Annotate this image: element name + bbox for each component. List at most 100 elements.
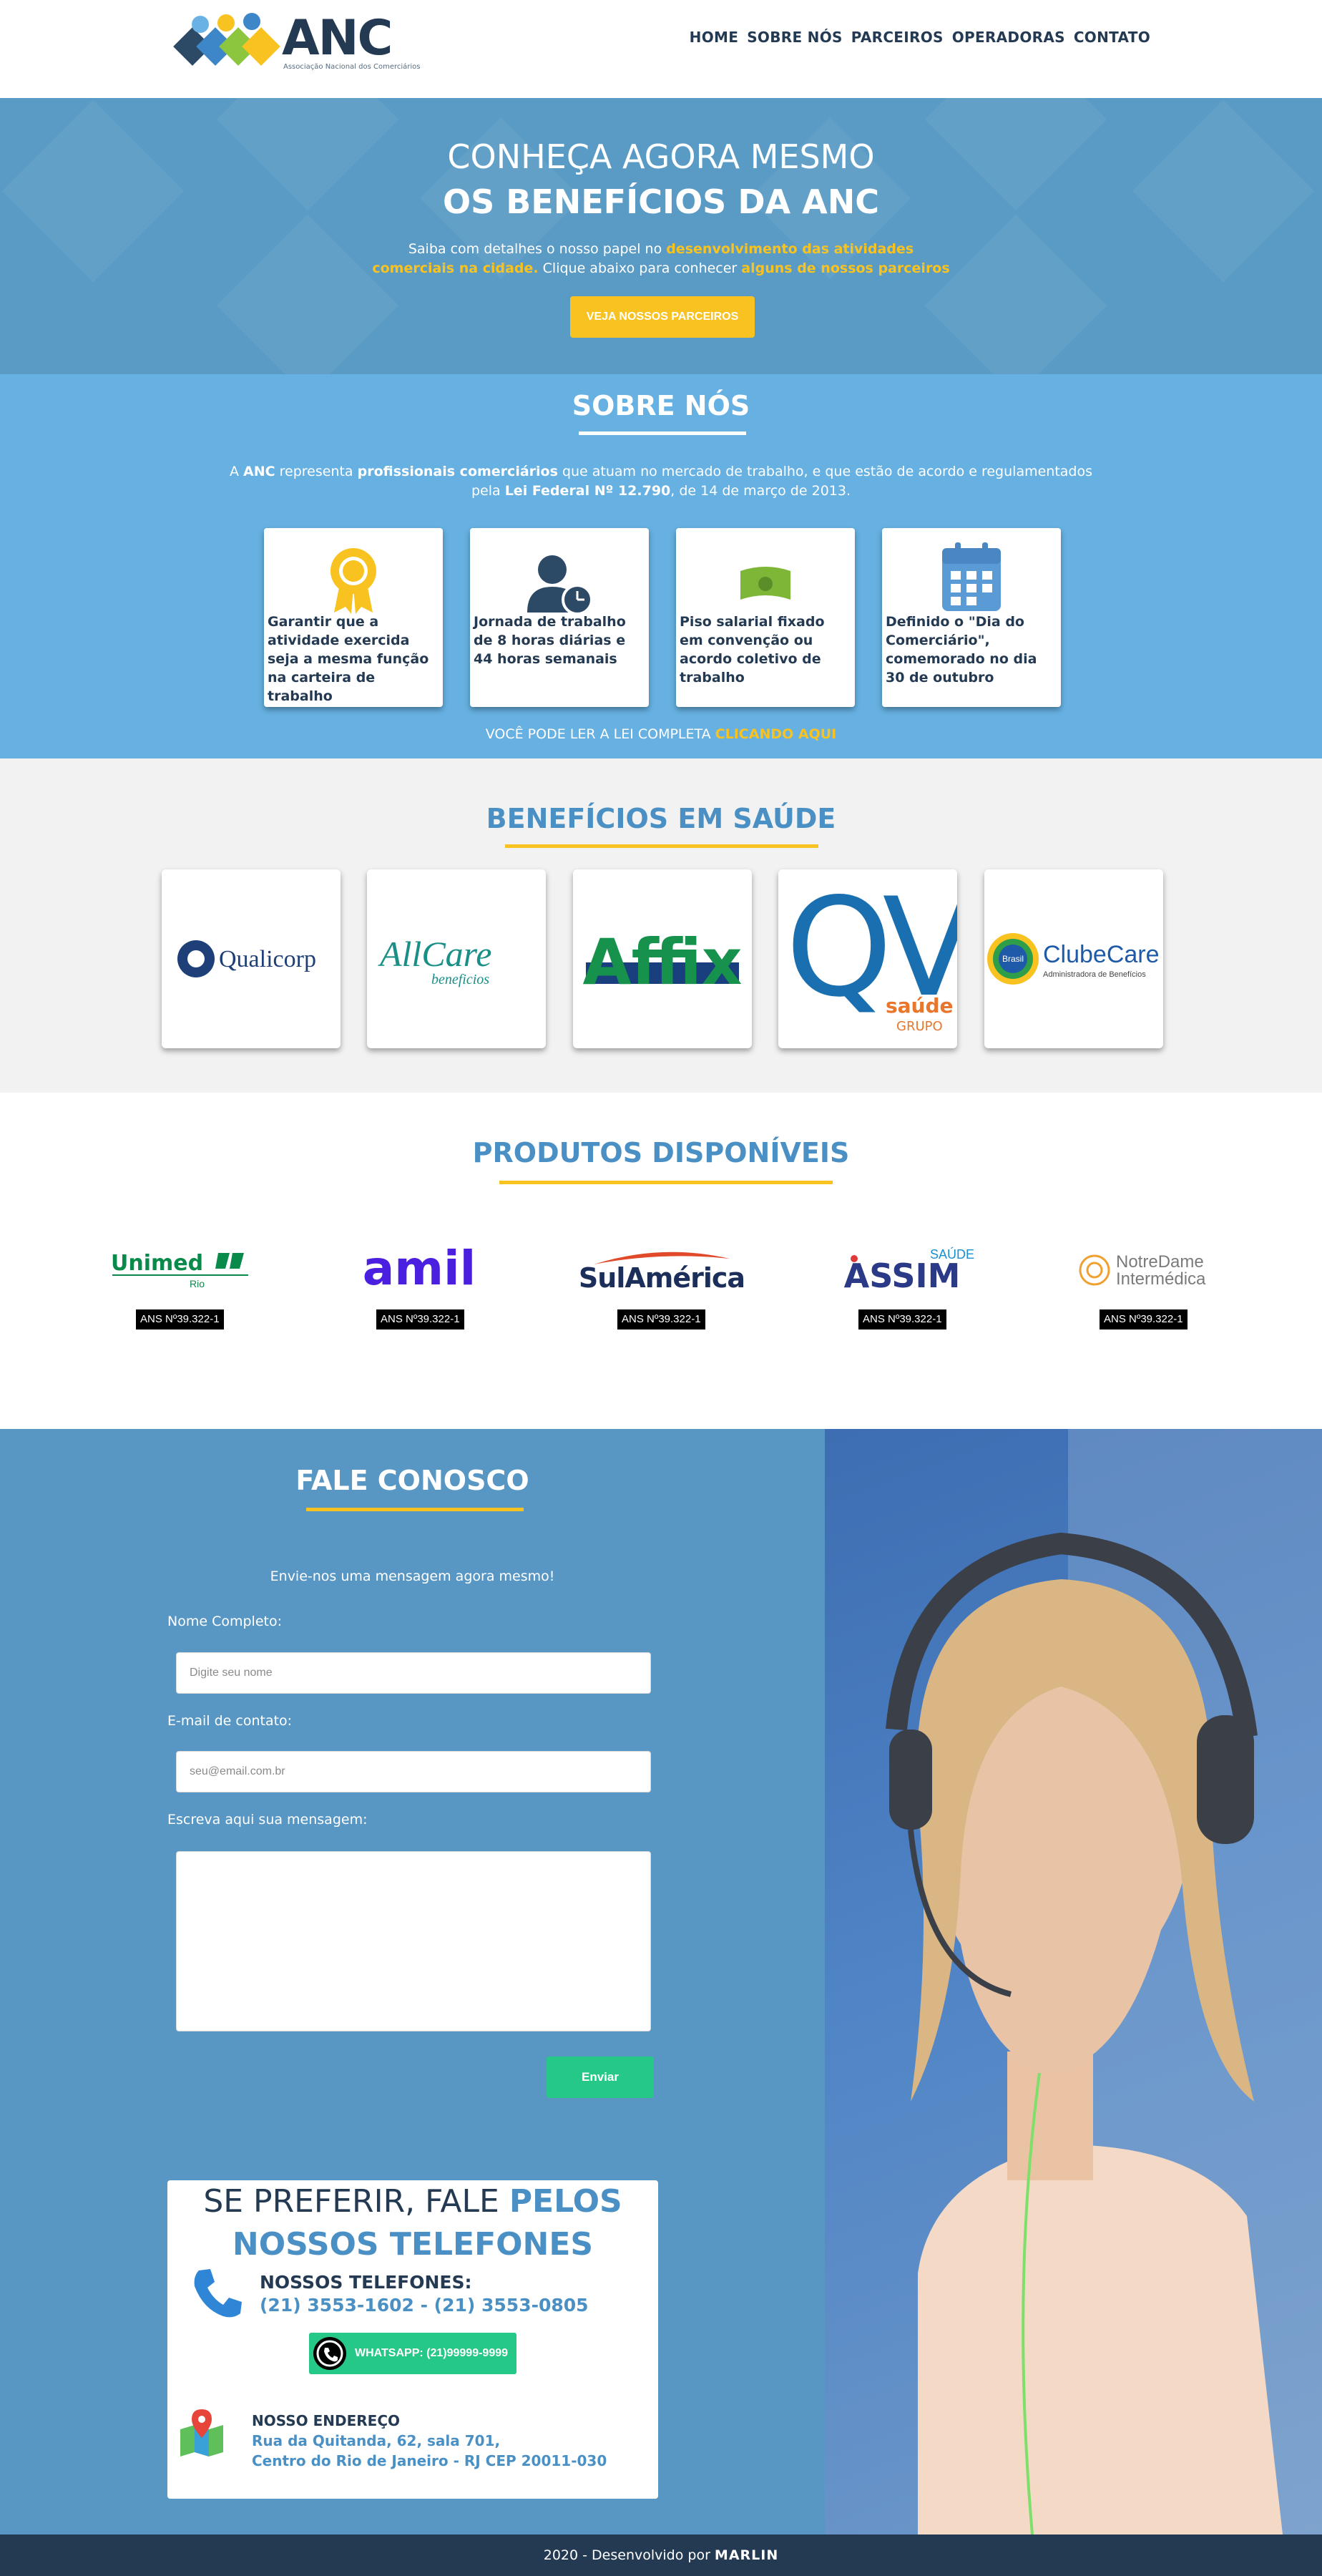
clubecare-logo: Brasil ClubeCare Administradora de Benef… bbox=[987, 933, 1160, 985]
phone-icon bbox=[194, 2269, 242, 2318]
email-label: E-mail de contato: bbox=[167, 1713, 293, 1729]
sobre-title: SOBRE NÓS bbox=[572, 390, 750, 421]
partner-card-affix[interactable]: Affix bbox=[573, 869, 752, 1048]
email-input[interactable] bbox=[176, 1751, 651, 1792]
lei-link-line: VOCÊ PODE LER A LEI COMPLETA CLICANDO AQ… bbox=[0, 726, 1322, 742]
sobre-description: A ANC representa profissionais comerciár… bbox=[215, 462, 1107, 501]
assim-text: ASSIM bbox=[844, 1257, 961, 1293]
benefit-card: Garantir que a atividade exercida seja a… bbox=[264, 528, 443, 707]
fale-conosco-title: FALE CONOSCO bbox=[295, 1465, 529, 1496]
fale-conosco-underline bbox=[306, 1508, 524, 1511]
telefones-heading: NOSSOS TELEFONES: bbox=[260, 2272, 472, 2293]
partner-card-qualicorp[interactable]: Qualicorp bbox=[162, 869, 341, 1048]
benefit-card: Jornada de trabalho de 8 horas diárias e… bbox=[470, 528, 649, 707]
calendar-icon bbox=[942, 542, 1001, 611]
allcare-logo: AllCare beneficios bbox=[378, 934, 491, 987]
notredame-logo[interactable]: NotreDame Intermédica bbox=[1053, 1243, 1232, 1293]
sulamerica-logo[interactable]: SulAmérica bbox=[572, 1243, 751, 1293]
sobre-text-bold: Lei Federal Nº 12.790 bbox=[504, 483, 671, 499]
partner-card-allcare[interactable]: AllCare beneficios bbox=[367, 869, 546, 1048]
whatsapp-text: WHATSAPP: (21)99999-9999 bbox=[355, 2347, 509, 2359]
nav-home[interactable]: HOME bbox=[690, 29, 739, 46]
qv-saude-text: saúde bbox=[886, 994, 954, 1018]
hero-subtitle: Saiba com detalhes o nosso papel no dese… bbox=[372, 240, 950, 278]
money-bill-icon bbox=[740, 567, 790, 600]
partner-card-qv[interactable]: QV saúde GRUPO bbox=[778, 869, 957, 1048]
support-agent-illustration bbox=[886, 1429, 1322, 2534]
support-agent-photo bbox=[825, 1429, 1322, 2534]
partner-card-clubecare[interactable]: Brasil ClubeCare Administradora de Benef… bbox=[984, 869, 1163, 1048]
endereco-line2: Centro do Rio de Janeiro - RJ CEP 20011-… bbox=[252, 2452, 607, 2469]
benefit-card-text: Garantir que a atividade exercida seja a… bbox=[268, 614, 429, 704]
sobre-text-part: representa bbox=[275, 464, 358, 479]
hero-title-line1: CONHEÇA AGORA MESMO bbox=[447, 137, 875, 176]
message-textarea[interactable] bbox=[176, 1851, 651, 2031]
unimed-text: Unimed bbox=[111, 1251, 203, 1276]
nav-operadoras[interactable]: OPERADORAS bbox=[952, 29, 1065, 46]
benefit-card: Piso salarial fixado em convenção ou aco… bbox=[676, 528, 855, 707]
endereco-line1: Rua da Quitanda, 62, sala 701, bbox=[252, 2432, 501, 2449]
beneficios-section: BENEFÍCIOS EM SAÚDE Qualicorp AllCare be… bbox=[0, 758, 1322, 1093]
telefones-box: SE PREFERIR, FALE PELOS NOSSOS TELEFONES… bbox=[167, 2180, 658, 2499]
whatsapp-button[interactable]: WHATSAPP: (21)99999-9999 bbox=[309, 2333, 516, 2374]
anc-logo[interactable]: ANC Associação Nacional dos Comerciários bbox=[169, 6, 421, 74]
user-clock-icon bbox=[527, 555, 593, 614]
nav-sobre-nos[interactable]: SOBRE NÓS bbox=[747, 29, 843, 46]
amil-logo[interactable]: amil bbox=[330, 1243, 509, 1293]
send-button[interactable]: Enviar bbox=[547, 2057, 654, 2098]
sobre-text-part: A bbox=[229, 464, 244, 479]
site-header: ANC Associação Nacional dos Comerciários… bbox=[0, 0, 1322, 98]
affix-text: Affix bbox=[582, 925, 742, 999]
telefones-title: SE PREFERIR, FALE PELOS NOSSOS TELEFONES bbox=[167, 2180, 658, 2266]
nav-parceiros[interactable]: PARCEIROS bbox=[851, 29, 944, 46]
footer-credit: 2020 - Desenvolvido por MARLIN bbox=[0, 2534, 1322, 2576]
qv-grupo-text: GRUPO bbox=[896, 1019, 943, 1034]
name-input[interactable] bbox=[176, 1652, 651, 1694]
ans-badge: ANS Nº39.322-1 bbox=[617, 1309, 705, 1330]
main-nav: HOME SOBRE NÓS PARCEIROS OPERADORAS CONT… bbox=[690, 29, 1150, 46]
map-location-icon bbox=[180, 2409, 223, 2457]
sobre-title-underline bbox=[579, 431, 746, 435]
ans-badge: ANS Nº39.322-1 bbox=[136, 1309, 224, 1330]
unimed-rio-logo[interactable]: Unimed Rio bbox=[89, 1243, 268, 1293]
logo-text: ANC bbox=[282, 10, 393, 67]
allcare-sub: beneficios bbox=[431, 972, 489, 987]
ans-badge: ANS Nº39.322-1 bbox=[858, 1309, 946, 1330]
sulamerica-text: SulAmérica bbox=[579, 1262, 745, 1293]
sobre-text-part: , de 14 de março de 2013. bbox=[670, 483, 851, 499]
produtos-section: PRODUTOS DISPONÍVEIS Unimed Rio ANS Nº39… bbox=[0, 1093, 1322, 1429]
clubecare-text: ClubeCare bbox=[1043, 941, 1160, 968]
marlin-brand[interactable]: MARLIN bbox=[715, 2547, 778, 2563]
amil-text: amil bbox=[363, 1243, 476, 1293]
assim-saude-logo[interactable]: SAÚDE ASSIM bbox=[813, 1243, 991, 1293]
produtos-title-underline bbox=[499, 1181, 833, 1184]
nav-contato[interactable]: CONTATO bbox=[1074, 29, 1150, 46]
clubecare-brasil-text: Brasil bbox=[1002, 954, 1024, 964]
benefit-card-text: Piso salarial fixado em convenção ou aco… bbox=[680, 614, 825, 686]
unimed-rio-text: Rio bbox=[190, 1278, 205, 1289]
benefit-card: Definido o "Dia do Comerciário", comemor… bbox=[882, 528, 1061, 707]
lei-link[interactable]: CLICANDO AQUI bbox=[715, 726, 837, 742]
lei-text: VOCÊ PODE LER A LEI COMPLETA bbox=[485, 726, 715, 742]
footer-text: 2020 - Desenvolvido por bbox=[543, 2547, 715, 2563]
intermedica-text: Intermédica bbox=[1116, 1269, 1206, 1289]
produtos-title: PRODUTOS DISPONÍVEIS bbox=[472, 1137, 850, 1169]
clubecare-sub: Administradora de Benefícios bbox=[1043, 970, 1146, 979]
anc-logo-icon bbox=[173, 13, 280, 66]
hero-section: CONHEÇA AGORA MESMO OS BENEFÍCIOS DA ANC… bbox=[0, 98, 1322, 374]
site-footer: 2020 - Desenvolvido por MARLIN bbox=[0, 2534, 1322, 2576]
beneficios-title: BENEFÍCIOS EM SAÚDE bbox=[486, 803, 836, 834]
contato-intro: Envie-nos uma mensagem agora mesmo! bbox=[270, 1568, 555, 1584]
benefit-card-text: Jornada de trabalho de 8 horas diárias e… bbox=[474, 614, 626, 667]
hero-sub-text: Saiba com detalhes o nosso papel no bbox=[408, 241, 667, 257]
hero-title-line2: OS BENEFÍCIOS DA ANC bbox=[443, 182, 879, 221]
sobre-text-bold: profissionais comerciários bbox=[357, 464, 558, 479]
telefones-numbers[interactable]: (21) 3553-1602 - (21) 3553-0805 bbox=[260, 2295, 589, 2316]
qualicorp-logo: Qualicorp bbox=[177, 940, 316, 977]
message-label: Escreva aqui sua mensagem: bbox=[167, 1812, 368, 1828]
award-ribbon-icon bbox=[330, 548, 376, 614]
view-partners-button[interactable]: VEJA NOSSOS PARCEIROS bbox=[570, 296, 755, 338]
qv-logo: QV saúde GRUPO bbox=[785, 869, 957, 1034]
ans-badge: ANS Nº39.322-1 bbox=[376, 1309, 464, 1330]
whatsapp-icon bbox=[313, 2337, 346, 2370]
